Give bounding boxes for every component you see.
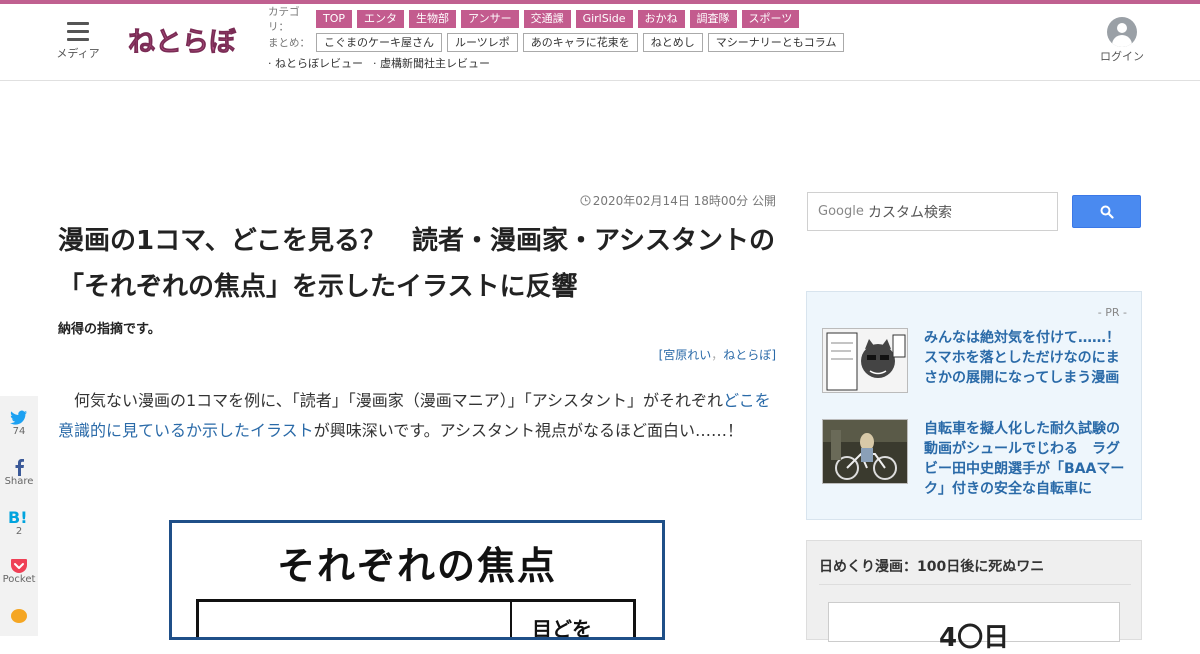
logo-text: ねとらぼ — [128, 27, 237, 58]
article-subtitle: 納得の指摘です。 — [58, 322, 161, 337]
body-text-post: が興味深いです。アシスタント視点がなるほど面白い……！ — [313, 421, 743, 440]
review-row: · ねとらぼレビュー · 虚構新聞社主レビュー — [268, 55, 849, 71]
pr-box: - PR - みんなは絶対気を付けて……！ スマホを落としただけなのにまさかの展… — [806, 291, 1142, 520]
category-tag-top[interactable]: TOP — [316, 10, 353, 28]
site-logo[interactable]: ねとらぼ — [126, 18, 240, 62]
clock-icon — [580, 195, 591, 206]
header-nav: カテゴリ： TOP エンタ 生物部 アンサー 交通課 GirlSide おかね … — [268, 6, 849, 71]
body-text-pre: 何気ない漫画の1コマを例に、「読者」「漫画家（漫画マニア）」「アシスタント」がそ… — [58, 391, 724, 410]
matome-link-hanataba[interactable]: あのキャラに花束を — [522, 32, 638, 52]
site-header: メディア ねとらぼ カテゴリ： TOP エンタ 生物部 アンサー 交通課 Gir… — [0, 4, 1200, 81]
share-hatena[interactable]: B! 2 — [0, 508, 38, 537]
twitter-count: 74 — [12, 426, 26, 437]
share-comment[interactable] — [0, 608, 38, 624]
matome-link-machinery[interactable]: マシーナリーともコラム — [707, 32, 845, 52]
matome-link-netomeshi[interactable]: ねとめし — [642, 32, 703, 52]
share-facebook[interactable]: Share — [0, 458, 38, 487]
daily-manga-heading[interactable]: 日めくり漫画：100日後に死ぬワニ — [819, 556, 1131, 585]
pr-thumbnail-bicycle[interactable] — [822, 419, 908, 484]
search-input[interactable] — [868, 201, 1048, 223]
matome-link-roots[interactable]: ルーツレポ — [447, 32, 518, 52]
publish-date: 2020年02月14日 18時00分 公開 — [580, 192, 776, 209]
article-byline: [宮原れい，ねとらぼ] — [659, 346, 776, 363]
pr-thumbnail-image — [823, 420, 907, 483]
category-tag-answer[interactable]: アンサー — [461, 10, 519, 28]
user-avatar-icon — [1107, 17, 1137, 47]
pr-item-text[interactable]: みんなは絶対気を付けて……！ スマホを落としただけなのにまさかの展開になってしま… — [924, 328, 1134, 388]
login-label: ログイン — [1100, 50, 1144, 63]
article-image[interactable]: それぞれの焦点 目どを — [169, 520, 665, 640]
review-link-netorabo[interactable]: · ねとらぼレビュー — [268, 55, 363, 71]
article-body: 何気ない漫画の1コマを例に、「読者」「漫画家（漫画マニア）」「アシスタント」がそ… — [58, 386, 778, 446]
share-twitter[interactable]: 74 — [0, 410, 38, 437]
custom-search-box: Google — [807, 192, 1058, 231]
search-icon — [1100, 205, 1114, 219]
media-menu-button[interactable]: メディア — [54, 22, 102, 61]
daily-manga-day-text: 4〇日 — [939, 623, 1010, 653]
pr-item-text[interactable]: 自転車を擬人化した耐久試験の動画がシュールでじわる ラグビー田中史朗選手が「BA… — [924, 419, 1128, 499]
article-image-title: それぞれの焦点 — [276, 544, 557, 588]
category-tag-okane[interactable]: おかね — [637, 10, 685, 28]
daily-manga-card[interactable]: 4〇日 — [828, 602, 1120, 653]
pr-thumbnail-image — [823, 329, 907, 392]
author-link[interactable]: 宮原れい — [663, 348, 711, 362]
category-tag-sports[interactable]: スポーツ — [741, 10, 800, 28]
twitter-icon — [10, 410, 27, 425]
category-tag-chousatai[interactable]: 調査隊 — [689, 10, 737, 28]
facebook-label: Share — [4, 476, 34, 487]
category-tag-enta[interactable]: エンタ — [357, 10, 405, 28]
review-link-kyokou[interactable]: · 虚構新聞社主レビュー — [373, 55, 490, 71]
speech-bubble-text: 目どを — [532, 617, 592, 640]
comment-bubble-icon — [11, 609, 27, 623]
share-pocket[interactable]: Pocket — [0, 558, 38, 585]
matome-row: まとめ： こぐまのケーキ屋さん ルーツレポ あのキャラに花束を ねとめし マシー… — [268, 32, 849, 52]
pr-thumbnail-manga[interactable] — [822, 328, 908, 393]
google-label: Google — [818, 204, 864, 219]
article-title: 漫画の1コマ、どこを見る？ 読者・漫画家・アシスタントの「それぞれの焦点」を示し… — [58, 226, 775, 302]
matome-key: まとめ： — [268, 36, 310, 49]
byline-close: ] — [771, 348, 776, 362]
daily-manga-box: 日めくり漫画：100日後に死ぬワニ 4〇日 — [806, 540, 1142, 653]
publish-date-text: 2020年02月14日 18時00分 公開 — [592, 194, 776, 208]
hatena-bookmark-icon: B! — [8, 508, 28, 526]
svg-text:B!: B! — [8, 508, 28, 526]
category-key: カテゴリ： — [268, 6, 300, 33]
facebook-icon — [15, 459, 24, 476]
pr-label: - PR - — [1097, 306, 1127, 319]
media-menu-label: メディア — [56, 47, 100, 60]
login-button[interactable]: ログイン — [1098, 17, 1146, 64]
pocket-icon — [11, 559, 27, 573]
category-row: カテゴリ： TOP エンタ 生物部 アンサー 交通課 GirlSide おかね … — [268, 6, 849, 33]
matome-link-koguma[interactable]: こぐまのケーキ屋さん — [316, 32, 442, 52]
category-tag-girlside[interactable]: GirlSide — [575, 10, 633, 28]
share-bar: 74 Share B! 2 Pocket — [0, 396, 38, 636]
byline-separator: ， — [711, 348, 724, 362]
search-button[interactable] — [1072, 195, 1141, 228]
category-tag-seibutsubu[interactable]: 生物部 — [409, 10, 457, 28]
site-link[interactable]: ねとらぼ — [723, 348, 771, 362]
pocket-label: Pocket — [2, 574, 36, 585]
category-tag-koutsuuka[interactable]: 交通課 — [523, 10, 571, 28]
hatena-count: 2 — [15, 526, 23, 537]
hamburger-icon — [67, 22, 89, 41]
